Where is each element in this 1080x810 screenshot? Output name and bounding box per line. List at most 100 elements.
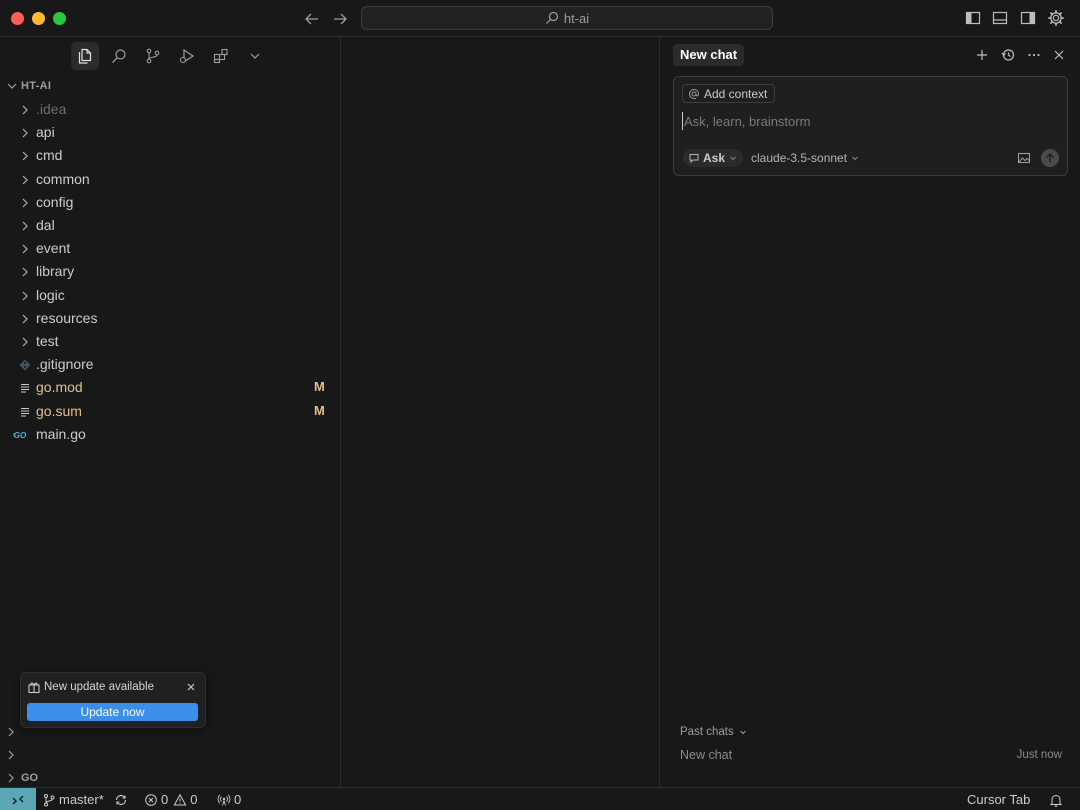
tree-item-label: .idea [36, 101, 67, 117]
notifications-bell-icon[interactable] [1049, 788, 1063, 810]
ports-status[interactable]: 0 [217, 788, 241, 810]
history-icon[interactable] [1000, 47, 1016, 63]
past-chat-item[interactable]: New chat Just now [680, 748, 1062, 766]
past-chat-title: New chat [680, 748, 733, 762]
tree-file-item[interactable]: go.mod M [0, 376, 340, 399]
chevron-right-icon [17, 102, 33, 118]
file-lines-icon [17, 380, 33, 396]
tree-folder-item[interactable]: test [0, 330, 340, 353]
send-button[interactable] [1041, 149, 1059, 167]
warning-count: 0 [190, 792, 198, 807]
command-center-text: ht-ai [563, 10, 590, 26]
tree-folder-item[interactable]: library [0, 260, 340, 283]
activity-bar [0, 37, 341, 75]
chevron-right-icon [17, 334, 33, 350]
tree-folder-item[interactable]: dal [0, 214, 340, 237]
tree-item-label: main.go [36, 425, 86, 442]
remote-indicator-icon[interactable] [0, 788, 36, 810]
chevron-right-icon [8, 773, 14, 783]
at-sign-icon [688, 88, 700, 100]
toggle-panel-icon[interactable] [991, 9, 1009, 27]
problems-status[interactable]: 0 0 [144, 788, 197, 810]
tree-file-item[interactable]: go.sum M [0, 400, 340, 423]
tree-folder-item[interactable]: api [0, 121, 340, 144]
error-icon [145, 793, 157, 806]
branch-status[interactable]: master* [42, 788, 104, 810]
tree-folder-item[interactable]: config [0, 191, 340, 214]
tree-item-label: cmd [36, 147, 63, 164]
explorer-root-header[interactable]: HT-AI [0, 77, 51, 95]
command-center-search[interactable]: ht-ai [361, 6, 773, 30]
image-attach-icon[interactable] [1017, 151, 1031, 165]
chat-tab-new-chat[interactable]: New chat [673, 44, 745, 66]
chat-bubble-icon [688, 152, 700, 164]
go-file-icon: GO [13, 427, 29, 443]
title-bar: ht-ai [0, 0, 1080, 37]
close-window-button[interactable] [11, 12, 24, 25]
chevron-down-icon [850, 153, 860, 163]
tree-folder-item[interactable]: cmd [0, 144, 340, 167]
tree-folder-item[interactable]: common [0, 168, 340, 191]
update-notification: New update available Update now [20, 672, 206, 728]
past-chats-header[interactable]: Past chats [680, 726, 748, 738]
close-icon[interactable] [1051, 47, 1067, 63]
add-context-label: Add context [704, 86, 768, 101]
mode-selector[interactable]: Ask [683, 149, 744, 167]
toggle-primary-sidebar-icon[interactable] [964, 9, 982, 27]
cursor-tab-label: Cursor Tab [967, 792, 1031, 807]
editor-area[interactable] [342, 37, 658, 787]
git-diamond-icon [17, 357, 33, 373]
explorer-files-icon[interactable] [71, 42, 99, 70]
git-branch-icon [44, 793, 55, 806]
more-views-chevron-icon[interactable] [241, 42, 269, 70]
close-icon[interactable] [184, 680, 198, 694]
arrow-up-icon [1046, 153, 1054, 162]
chevron-right-icon [17, 311, 33, 327]
past-chat-time: Just now [1016, 749, 1062, 761]
ports-count: 0 [234, 792, 242, 807]
tree-folder-item[interactable]: logic [0, 284, 340, 307]
toggle-secondary-sidebar-icon[interactable] [1019, 9, 1037, 27]
tree-folder-item[interactable]: resources [0, 307, 340, 330]
broadcast-icon [217, 793, 231, 806]
tree-item-label: library [36, 263, 75, 280]
warning-icon [173, 793, 187, 805]
chevron-right-icon [17, 172, 33, 188]
tree-file-item[interactable]: GO main.go [0, 423, 340, 446]
tree-item-label: logic [36, 286, 65, 303]
tree-item-label: .gitignore [36, 356, 94, 373]
tree-item-label: go.sum [36, 402, 82, 419]
chevron-right-icon [17, 125, 33, 141]
zoom-window-button[interactable] [53, 12, 66, 25]
tree-item-label: go.mod [36, 379, 83, 396]
minimize-window-button[interactable] [32, 12, 45, 25]
sync-icon[interactable] [114, 788, 128, 810]
tree-folder-item[interactable]: .idea [0, 98, 340, 121]
notification-title: New update available [44, 681, 154, 693]
search-icon [545, 11, 559, 25]
update-now-button[interactable]: Update now [27, 703, 198, 721]
plus-icon[interactable] [974, 47, 990, 63]
add-context-button[interactable]: Add context [682, 84, 776, 103]
back-arrow-icon[interactable] [302, 9, 322, 29]
search-icon[interactable] [105, 42, 133, 70]
run-debug-icon[interactable] [173, 42, 201, 70]
tree-item-label: api [36, 124, 55, 141]
extensions-icon[interactable] [207, 42, 235, 70]
settings-gear-icon[interactable] [1047, 9, 1065, 27]
tree-file-item[interactable]: .gitignore [0, 353, 340, 376]
tree-item-label: resources [36, 309, 98, 326]
forward-arrow-icon[interactable] [330, 9, 350, 29]
source-control-icon[interactable] [139, 42, 167, 70]
model-selector[interactable]: claude-3.5-sonnet [751, 149, 860, 167]
collapsed-section-2[interactable] [0, 745, 340, 767]
mode-label: Ask [703, 151, 726, 165]
tree-folder-item[interactable]: event [0, 237, 340, 260]
tree-item-label: common [36, 170, 90, 187]
more-options-icon[interactable] [1026, 47, 1042, 63]
error-count: 0 [161, 792, 169, 807]
cursor-tab-status[interactable]: Cursor Tab [967, 788, 1030, 810]
chat-input[interactable] [682, 112, 1052, 130]
past-chats-label: Past chats [680, 726, 734, 738]
chat-panel: New chat Add context Ask claude-3. [659, 37, 1080, 787]
